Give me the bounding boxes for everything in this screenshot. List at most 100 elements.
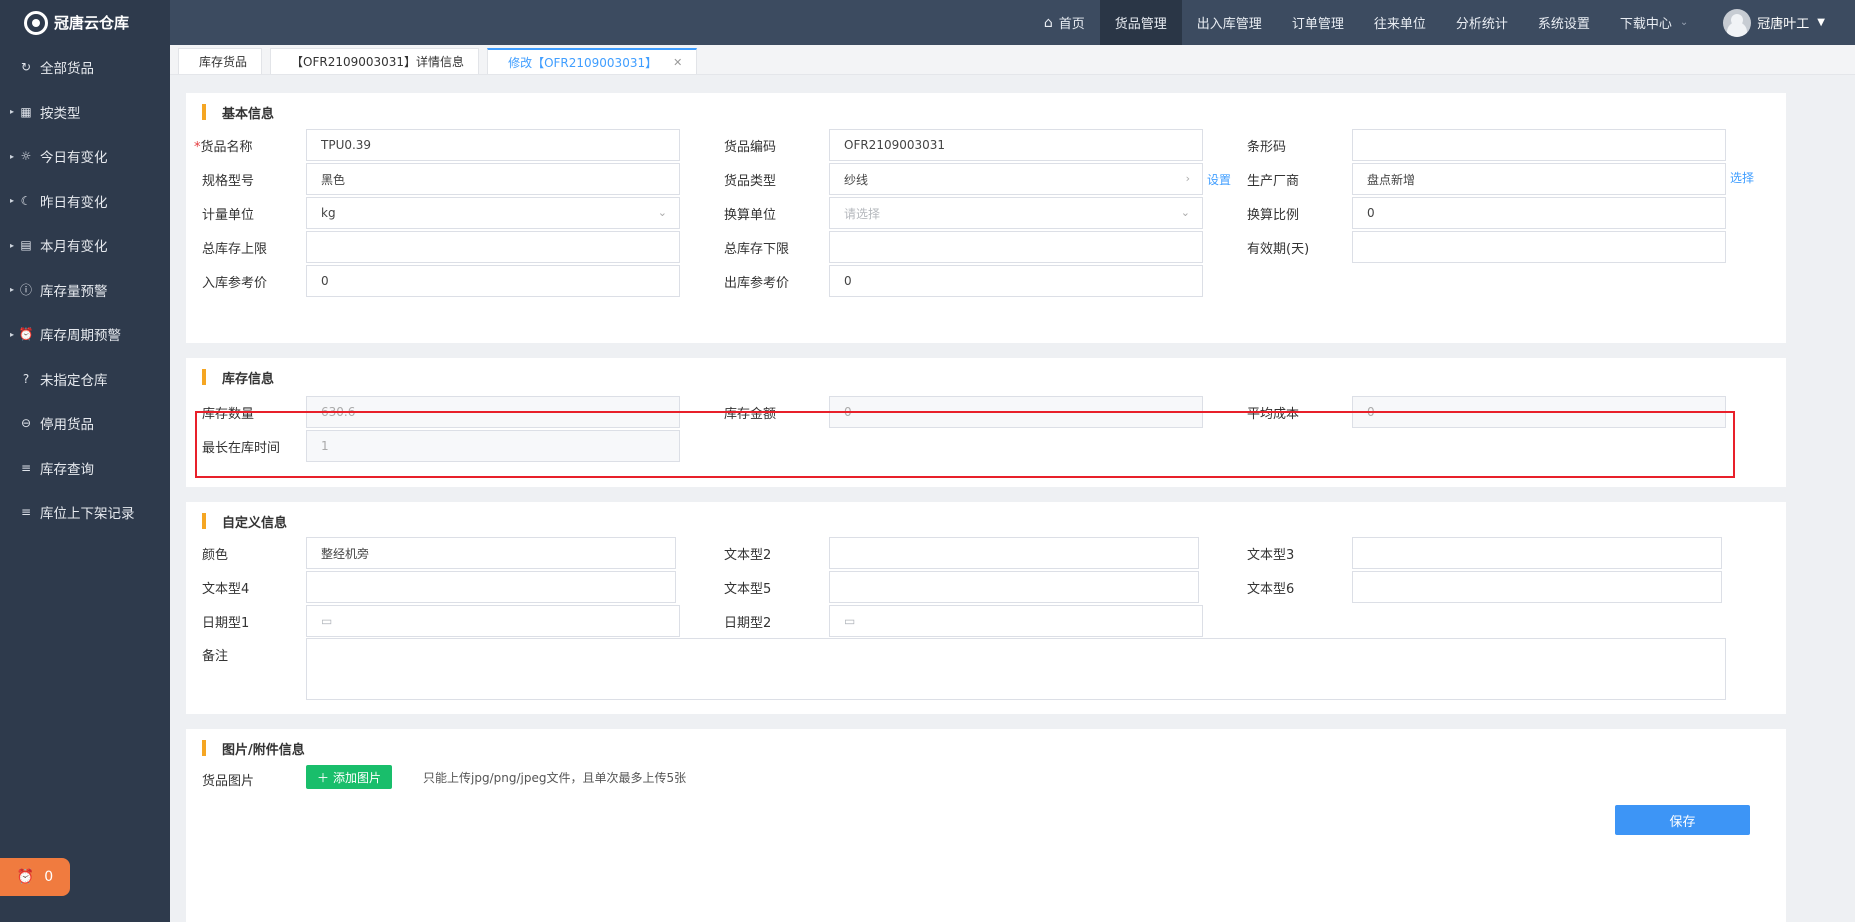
top-navigation: ⌂ 首页 货品管理 出入库管理 订单管理 往来单位 分析统计 系统设置 下载中心 ⌄… [170,0,1855,45]
label-conversion-unit: 换算单位 [724,208,777,223]
label-barcode: 条形码 [1247,140,1287,155]
sidebar-item[interactable]: ⊖ 停用货品 [0,401,170,446]
sidebar-item[interactable]: ? 未指定仓库 [0,357,170,402]
sun-icon: ☼ [20,149,32,164]
user-menu[interactable]: 冠唐叶工 ▼ [1703,0,1855,45]
sidebar-item[interactable]: ≡ 库存查询 [0,446,170,491]
unit-select[interactable]: kg ⌄ [306,197,680,229]
sidebar-item[interactable]: ▸ ▦ 按类型 [0,90,170,135]
label-text4: 文本型4 [202,582,250,597]
app-logo[interactable]: 冠唐云仓库 [0,0,170,45]
save-button[interactable]: 保存 [1615,805,1750,835]
label-in-price: 入库参考价 [202,276,268,291]
add-image-button[interactable]: ＋添加图片 [306,765,393,789]
nav-download-center[interactable]: 下载中心 ⌄ [1605,0,1703,45]
sidebar-item[interactable]: ▸ ☾ 昨日有变化 [0,179,170,224]
list-icon: ≡ [20,460,32,475]
page-tabs: 库存货品 【OFR2109003031】详情信息 修改【OFR210900303… [170,45,1855,75]
question-icon: ? [22,371,30,386]
conversion-unit-select[interactable]: 请选择 ⌄ [829,197,1203,229]
alarm-clock-icon: ⏰ [18,327,34,342]
text5-input[interactable] [829,571,1199,603]
grid-icon: ▦ [20,104,32,119]
goods-code-input[interactable]: OFR2109003031 [829,129,1203,161]
upload-hint: 只能上传jpg/png/jpeg文件，且单次最多上传5张 [423,771,687,785]
tab-edit-goods[interactable]: 修改【OFR2109003031】 ✕ [487,48,698,74]
calendar-icon: ▤ [20,238,32,253]
remark-textarea[interactable] [306,638,1726,700]
alarm-badge[interactable]: ⏰ 0 [0,858,70,896]
warning-icon: ⓘ [19,283,32,298]
sidebar-item[interactable]: ▸ ⓘ 库存量预警 [0,268,170,313]
nav-system-settings[interactable]: 系统设置 [1523,0,1605,45]
tab-stock-goods[interactable]: 库存货品 [178,48,263,74]
close-icon[interactable]: ✕ [673,56,682,69]
goods-name-input[interactable]: TPU0.39 [306,129,680,161]
chevron-down-icon: ⌄ [1180,206,1190,219]
nav-partners[interactable]: 往来单位 [1359,0,1441,45]
nav-analytics[interactable]: 分析统计 [1441,0,1523,45]
sidebar-item-label: 库存量预警 [40,283,108,300]
moon-icon: ☾ [20,193,32,208]
conversion-ratio-input[interactable]: 0 [1352,197,1726,229]
label-goods-code: 货品编码 [724,140,777,155]
attachments-panel: 图片/附件信息 货品图片 ＋添加图片 只能上传jpg/png/jpeg文件，且单… [186,729,1786,922]
caret-right-icon: ▸ [10,107,15,117]
min-stock-input[interactable] [829,231,1203,263]
sidebar-item-label: 库存周期预警 [40,328,121,345]
text6-input[interactable] [1352,571,1722,603]
sidebar-item[interactable]: ≡ 库位上下架记录 [0,490,170,535]
color-input[interactable]: 整经机旁 [306,537,676,569]
caret-right-icon: ▸ [10,151,15,161]
sidebar-item-label: 停用货品 [40,417,94,434]
label-text2: 文本型2 [724,548,772,563]
type-settings-link[interactable]: 设置 [1207,171,1231,188]
main-content: 基本信息 *货品名称 TPU0.39 货品编码 OFR2109003031 条形… [170,75,1855,922]
sidebar-item[interactable]: ↻ 全部货品 [0,45,170,90]
expiry-days-input[interactable] [1352,231,1726,263]
label-remark: 备注 [202,649,229,664]
manufacturer-input[interactable]: 盘点新增 [1352,163,1726,195]
nav-order-management[interactable]: 订单管理 [1277,0,1359,45]
alarm-icon: ⏰ [16,869,35,885]
label-max-stock: 总库存上限 [202,242,268,257]
out-price-input[interactable]: 0 [829,265,1203,297]
barcode-input[interactable] [1352,129,1726,161]
text4-input[interactable] [306,571,676,603]
sidebar-item[interactable]: ▸ ⏰ 库存周期预警 [0,312,170,357]
goods-type-select[interactable]: 纱线 › [829,163,1203,195]
label-manufacturer: 生产厂商 [1247,174,1300,189]
sidebar-item-label: 全部货品 [40,61,94,78]
plus-icon: ＋ [317,770,330,785]
text2-input[interactable] [829,537,1199,569]
label-conversion-ratio: 换算比例 [1247,208,1300,223]
date1-picker[interactable]: ▭ [306,605,680,637]
section-title-custom: 自定义信息 [202,512,287,531]
date2-picker[interactable]: ▭ [829,605,1203,637]
in-price-input[interactable]: 0 [306,265,680,297]
label-goods-type: 货品类型 [724,174,777,189]
caret-right-icon: ▸ [10,196,15,206]
nav-home[interactable]: ⌂ 首页 [1029,0,1100,45]
nav-inout-management[interactable]: 出入库管理 [1182,0,1277,45]
section-title-attachments: 图片/附件信息 [202,739,305,758]
sidebar-item[interactable]: ▸ ▤ 本月有变化 [0,223,170,268]
nav-goods-management[interactable]: 货品管理 [1099,0,1182,45]
logo-icon [24,10,48,35]
sidebar-item-label: 按类型 [40,105,81,122]
text3-input[interactable] [1352,537,1722,569]
home-icon: ⌂ [1043,14,1053,31]
sidebar-item[interactable]: ▸ ☼ 今日有变化 [0,134,170,179]
manufacturer-select-link[interactable]: 选择 [1730,169,1754,186]
section-title-stock: 库存信息 [202,368,274,387]
tab-goods-detail[interactable]: 【OFR2109003031】详情信息 [270,48,480,74]
caret-right-icon: ▸ [10,329,15,339]
avatar [1723,8,1752,37]
chevron-down-icon: ⌄ [657,206,667,219]
label-spec: 规格型号 [202,174,255,189]
alarm-count: 0 [44,869,54,885]
label-text6: 文本型6 [1247,582,1295,597]
calendar-icon: ▭ [321,614,333,628]
max-stock-input[interactable] [306,231,680,263]
spec-input[interactable]: 黑色 [306,163,680,195]
